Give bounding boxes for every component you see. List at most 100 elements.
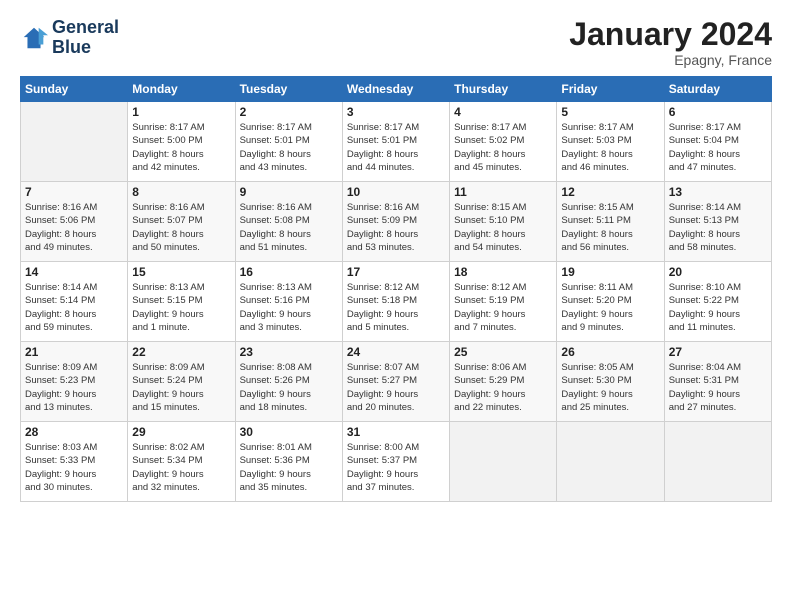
day-cell: 16Sunrise: 8:13 AMSunset: 5:16 PMDayligh… [235, 262, 342, 342]
week-row-3: 14Sunrise: 8:14 AMSunset: 5:14 PMDayligh… [21, 262, 772, 342]
sunset-line: Sunset: 5:01 PM [240, 134, 338, 147]
day-cell: 23Sunrise: 8:08 AMSunset: 5:26 PMDayligh… [235, 342, 342, 422]
week-row-2: 7Sunrise: 8:16 AMSunset: 5:06 PMDaylight… [21, 182, 772, 262]
sunset-line: Sunset: 5:08 PM [240, 214, 338, 227]
day-number: 1 [132, 105, 230, 119]
sunset-line: Sunset: 5:07 PM [132, 214, 230, 227]
daylight-line1: Daylight: 9 hours [561, 308, 659, 321]
sunset-line: Sunset: 5:33 PM [25, 454, 123, 467]
day-cell: 28 Sunrise: 8:03 AMSunset: 5:33 PMDayligh… [21, 422, 128, 502]
day-cell: 11Sunrise: 8:15 AMSunset: 5:10 PMDayligh… [450, 182, 557, 262]
sunrise-line: Sunrise: 8:08 AM [240, 361, 338, 374]
day-number: 5 [561, 105, 659, 119]
day-number: 24 [347, 345, 445, 359]
day-number: 19 [561, 265, 659, 279]
sunrise-line: Sunrise: 8:09 AM [132, 361, 230, 374]
daylight-line2: and 45 minutes. [454, 161, 552, 174]
sunset-line: Sunset: 5:09 PM [347, 214, 445, 227]
title-block: January 2024 Epagny, France [569, 18, 772, 68]
day-detail: Sunrise: 8:16 AMSunset: 5:06 PMDaylight:… [25, 201, 123, 254]
sunset-line: Sunset: 5:13 PM [669, 214, 767, 227]
day-number: 30 [240, 425, 338, 439]
day-number: 26 [561, 345, 659, 359]
daylight-line1: Daylight: 8 hours [240, 228, 338, 241]
daylight-line2: and 15 minutes. [132, 401, 230, 414]
daylight-line2: and 44 minutes. [347, 161, 445, 174]
sunrise-line: Sunrise: 8:17 AM [669, 121, 767, 134]
day-number: 18 [454, 265, 552, 279]
logo: General Blue [20, 18, 119, 58]
day-detail: Sunrise: 8:16 AMSunset: 5:07 PMDaylight:… [132, 201, 230, 254]
daylight-line2: and 7 minutes. [454, 321, 552, 334]
day-detail: Sunrise: 8:17 AMSunset: 5:01 PMDaylight:… [240, 121, 338, 174]
day-cell: 25Sunrise: 8:06 AMSunset: 5:29 PMDayligh… [450, 342, 557, 422]
header-day-saturday: Saturday [664, 77, 771, 102]
daylight-line2: and 27 minutes. [669, 401, 767, 414]
day-number: 11 [454, 185, 552, 199]
day-number: 27 [669, 345, 767, 359]
week-row-1: 1Sunrise: 8:17 AMSunset: 5:00 PMDaylight… [21, 102, 772, 182]
sunset-line: Sunset: 5:29 PM [454, 374, 552, 387]
day-cell: 22Sunrise: 8:09 AMSunset: 5:24 PMDayligh… [128, 342, 235, 422]
daylight-line1: Daylight: 8 hours [669, 148, 767, 161]
daylight-line2: and 22 minutes. [454, 401, 552, 414]
location-subtitle: Epagny, France [569, 52, 772, 68]
sunset-line: Sunset: 5:37 PM [347, 454, 445, 467]
sunset-line: Sunset: 5:15 PM [132, 294, 230, 307]
sunset-line: Sunset: 5:19 PM [454, 294, 552, 307]
header-day-friday: Friday [557, 77, 664, 102]
day-cell: 18 Sunrise: 8:12 AMSunset: 5:19 PMDayligh… [450, 262, 557, 342]
sunrise-line: Sunrise: 8:04 AM [669, 361, 767, 374]
sunrise-line: Sunrise: 8:01 AM [240, 441, 338, 454]
daylight-line2: and 37 minutes. [347, 481, 445, 494]
sunrise-line: Sunrise: 8:12 AM [454, 281, 552, 294]
sunrise-line: Sunrise: 8:13 AM [240, 281, 338, 294]
day-number: 15 [132, 265, 230, 279]
daylight-line2: and 32 minutes. [132, 481, 230, 494]
day-cell: 12Sunrise: 8:15 AMSunset: 5:11 PMDayligh… [557, 182, 664, 262]
daylight-line1: Daylight: 9 hours [25, 388, 123, 401]
day-detail: Sunrise: 8:08 AMSunset: 5:26 PMDaylight:… [240, 361, 338, 414]
day-cell: 13Sunrise: 8:14 AMSunset: 5:13 PMDayligh… [664, 182, 771, 262]
daylight-line1: Daylight: 8 hours [561, 148, 659, 161]
daylight-line1: Daylight: 8 hours [669, 228, 767, 241]
sunset-line: Sunset: 5:02 PM [454, 134, 552, 147]
daylight-line2: and 56 minutes. [561, 241, 659, 254]
logo-icon [20, 24, 48, 52]
day-detail: Sunrise: 8:12 AMSunset: 5:19 PMDaylight:… [454, 281, 552, 334]
day-cell: 6Sunrise: 8:17 AMSunset: 5:04 PMDaylight… [664, 102, 771, 182]
day-detail: Sunrise: 8:17 AMSunset: 5:01 PMDaylight:… [347, 121, 445, 174]
sunset-line: Sunset: 5:18 PM [347, 294, 445, 307]
daylight-line2: and 13 minutes. [25, 401, 123, 414]
month-title: January 2024 [569, 18, 772, 50]
daylight-line1: Daylight: 8 hours [132, 148, 230, 161]
sunrise-line: Sunrise: 8:15 AM [561, 201, 659, 214]
day-number: 10 [347, 185, 445, 199]
day-number: 21 [25, 345, 123, 359]
sunrise-line: Sunrise: 8:09 AM [25, 361, 123, 374]
sunrise-line: Sunrise: 8:16 AM [25, 201, 123, 214]
day-detail: Sunrise: 8:13 AMSunset: 5:15 PMDaylight:… [132, 281, 230, 334]
daylight-line1: Daylight: 8 hours [347, 148, 445, 161]
day-cell: 30Sunrise: 8:01 AMSunset: 5:36 PMDayligh… [235, 422, 342, 502]
sunrise-line: Sunrise: 8:03 AM [25, 441, 123, 454]
sunset-line: Sunset: 5:31 PM [669, 374, 767, 387]
day-number: 4 [454, 105, 552, 119]
day-number: 20 [669, 265, 767, 279]
sunset-line: Sunset: 5:01 PM [347, 134, 445, 147]
sunrise-line: Sunrise: 8:17 AM [240, 121, 338, 134]
daylight-line2: and 53 minutes. [347, 241, 445, 254]
day-cell: 10Sunrise: 8:16 AMSunset: 5:09 PMDayligh… [342, 182, 449, 262]
day-number: 28 [25, 425, 123, 439]
daylight-line1: Daylight: 9 hours [25, 468, 123, 481]
daylight-line1: Daylight: 8 hours [347, 228, 445, 241]
header-row: SundayMondayTuesdayWednesdayThursdayFrid… [21, 77, 772, 102]
calendar-page: General Blue January 2024 Epagny, France… [0, 0, 792, 612]
daylight-line1: Daylight: 9 hours [669, 388, 767, 401]
daylight-line2: and 30 minutes. [25, 481, 123, 494]
sunrise-line: Sunrise: 8:11 AM [561, 281, 659, 294]
daylight-line1: Daylight: 8 hours [454, 228, 552, 241]
sunset-line: Sunset: 5:30 PM [561, 374, 659, 387]
day-detail: Sunrise: 8:14 AMSunset: 5:14 PMDaylight:… [25, 281, 123, 334]
header-day-tuesday: Tuesday [235, 77, 342, 102]
